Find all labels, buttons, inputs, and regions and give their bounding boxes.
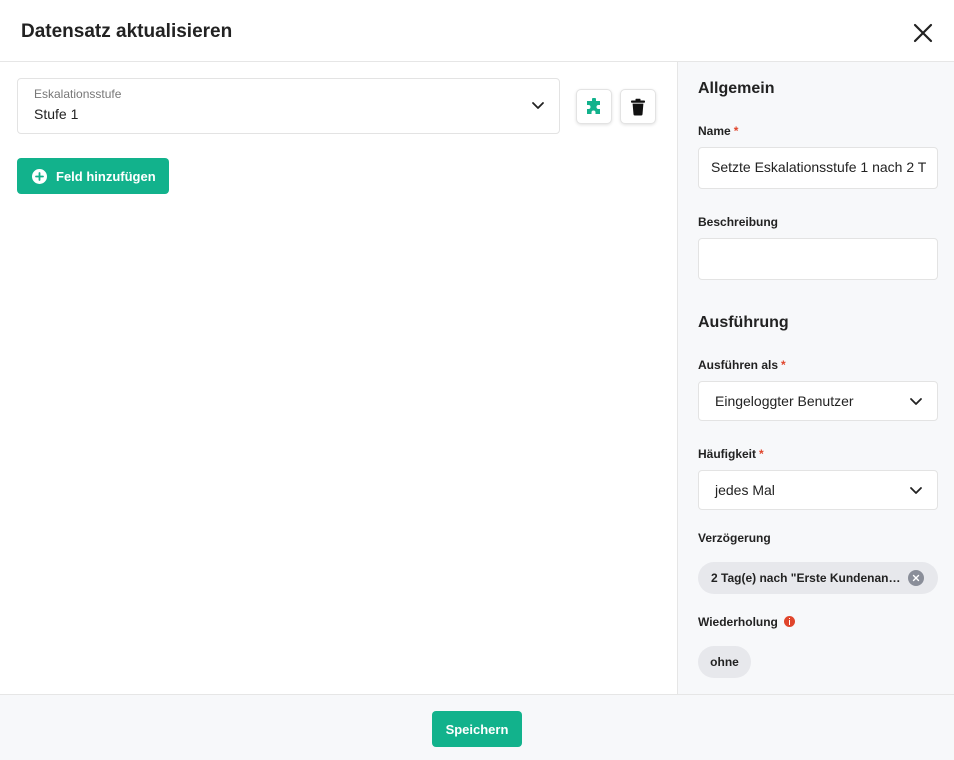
add-field-button[interactable]: Feld hinzufügen [17,158,169,194]
puzzle-icon [587,97,600,114]
run-as-label: Ausführen als * [698,358,786,372]
frequency-label: Häufigkeit * [698,447,764,461]
escalation-level-label: Eskalationsstufe [34,87,122,101]
frequency-value: jedes Mal [715,482,775,498]
close-icon [912,574,920,582]
run-as-select[interactable]: Eingeloggter Benutzer [698,381,938,421]
settings-panel: Allgemein Name * Setzte Eskalationsstufe … [677,62,954,694]
trash-icon [631,98,645,116]
name-input[interactable]: Setzte Eskalationsstufe 1 nach 2 T [698,147,938,189]
delete-button[interactable] [620,89,656,124]
delay-chip-text: 2 Tag(e) nach "Erste Kundenantwort" [711,571,901,585]
chevron-down-icon [910,398,922,405]
run-as-value: Eingeloggter Benutzer [715,393,854,409]
escalation-level-select[interactable]: Eskalationsstufe Stufe 1 [17,78,560,134]
repeat-label: Wiederholung [698,615,795,629]
chevron-down-icon [532,102,544,109]
dialog-header: Datensatz aktualisieren [0,0,954,62]
add-field-label: Feld hinzufügen [56,168,156,184]
repeat-chip[interactable]: ohne [698,646,751,678]
dialog-title: Datensatz aktualisieren [21,21,233,42]
add-circle-icon [32,168,47,184]
execution-section-title: Ausführung [698,314,789,331]
required-marker: * [781,358,786,372]
description-label: Beschreibung [698,215,779,229]
plugin-button[interactable] [576,89,612,124]
name-label: Name * [698,124,739,138]
general-section-title: Allgemein [698,80,775,97]
frequency-select[interactable]: jedes Mal [698,470,938,510]
chevron-down-icon [910,487,922,494]
escalation-level-value: Stufe 1 [34,106,79,122]
delay-chip[interactable]: 2 Tag(e) nach "Erste Kundenantwort" [698,562,938,594]
dialog-footer: Speichern [0,694,954,760]
save-button[interactable]: Speichern [432,711,522,747]
field-editor-area: Eskalationsstufe Stufe 1 Feld hinzufügen [0,62,677,694]
required-marker: * [733,124,739,138]
delay-label: Verzögerung [698,531,771,545]
close-button[interactable] [908,18,938,48]
description-input[interactable] [698,238,938,280]
remove-delay-button[interactable] [908,570,924,586]
info-icon[interactable] [783,616,795,627]
required-marker: * [759,447,764,461]
close-icon [913,23,933,43]
